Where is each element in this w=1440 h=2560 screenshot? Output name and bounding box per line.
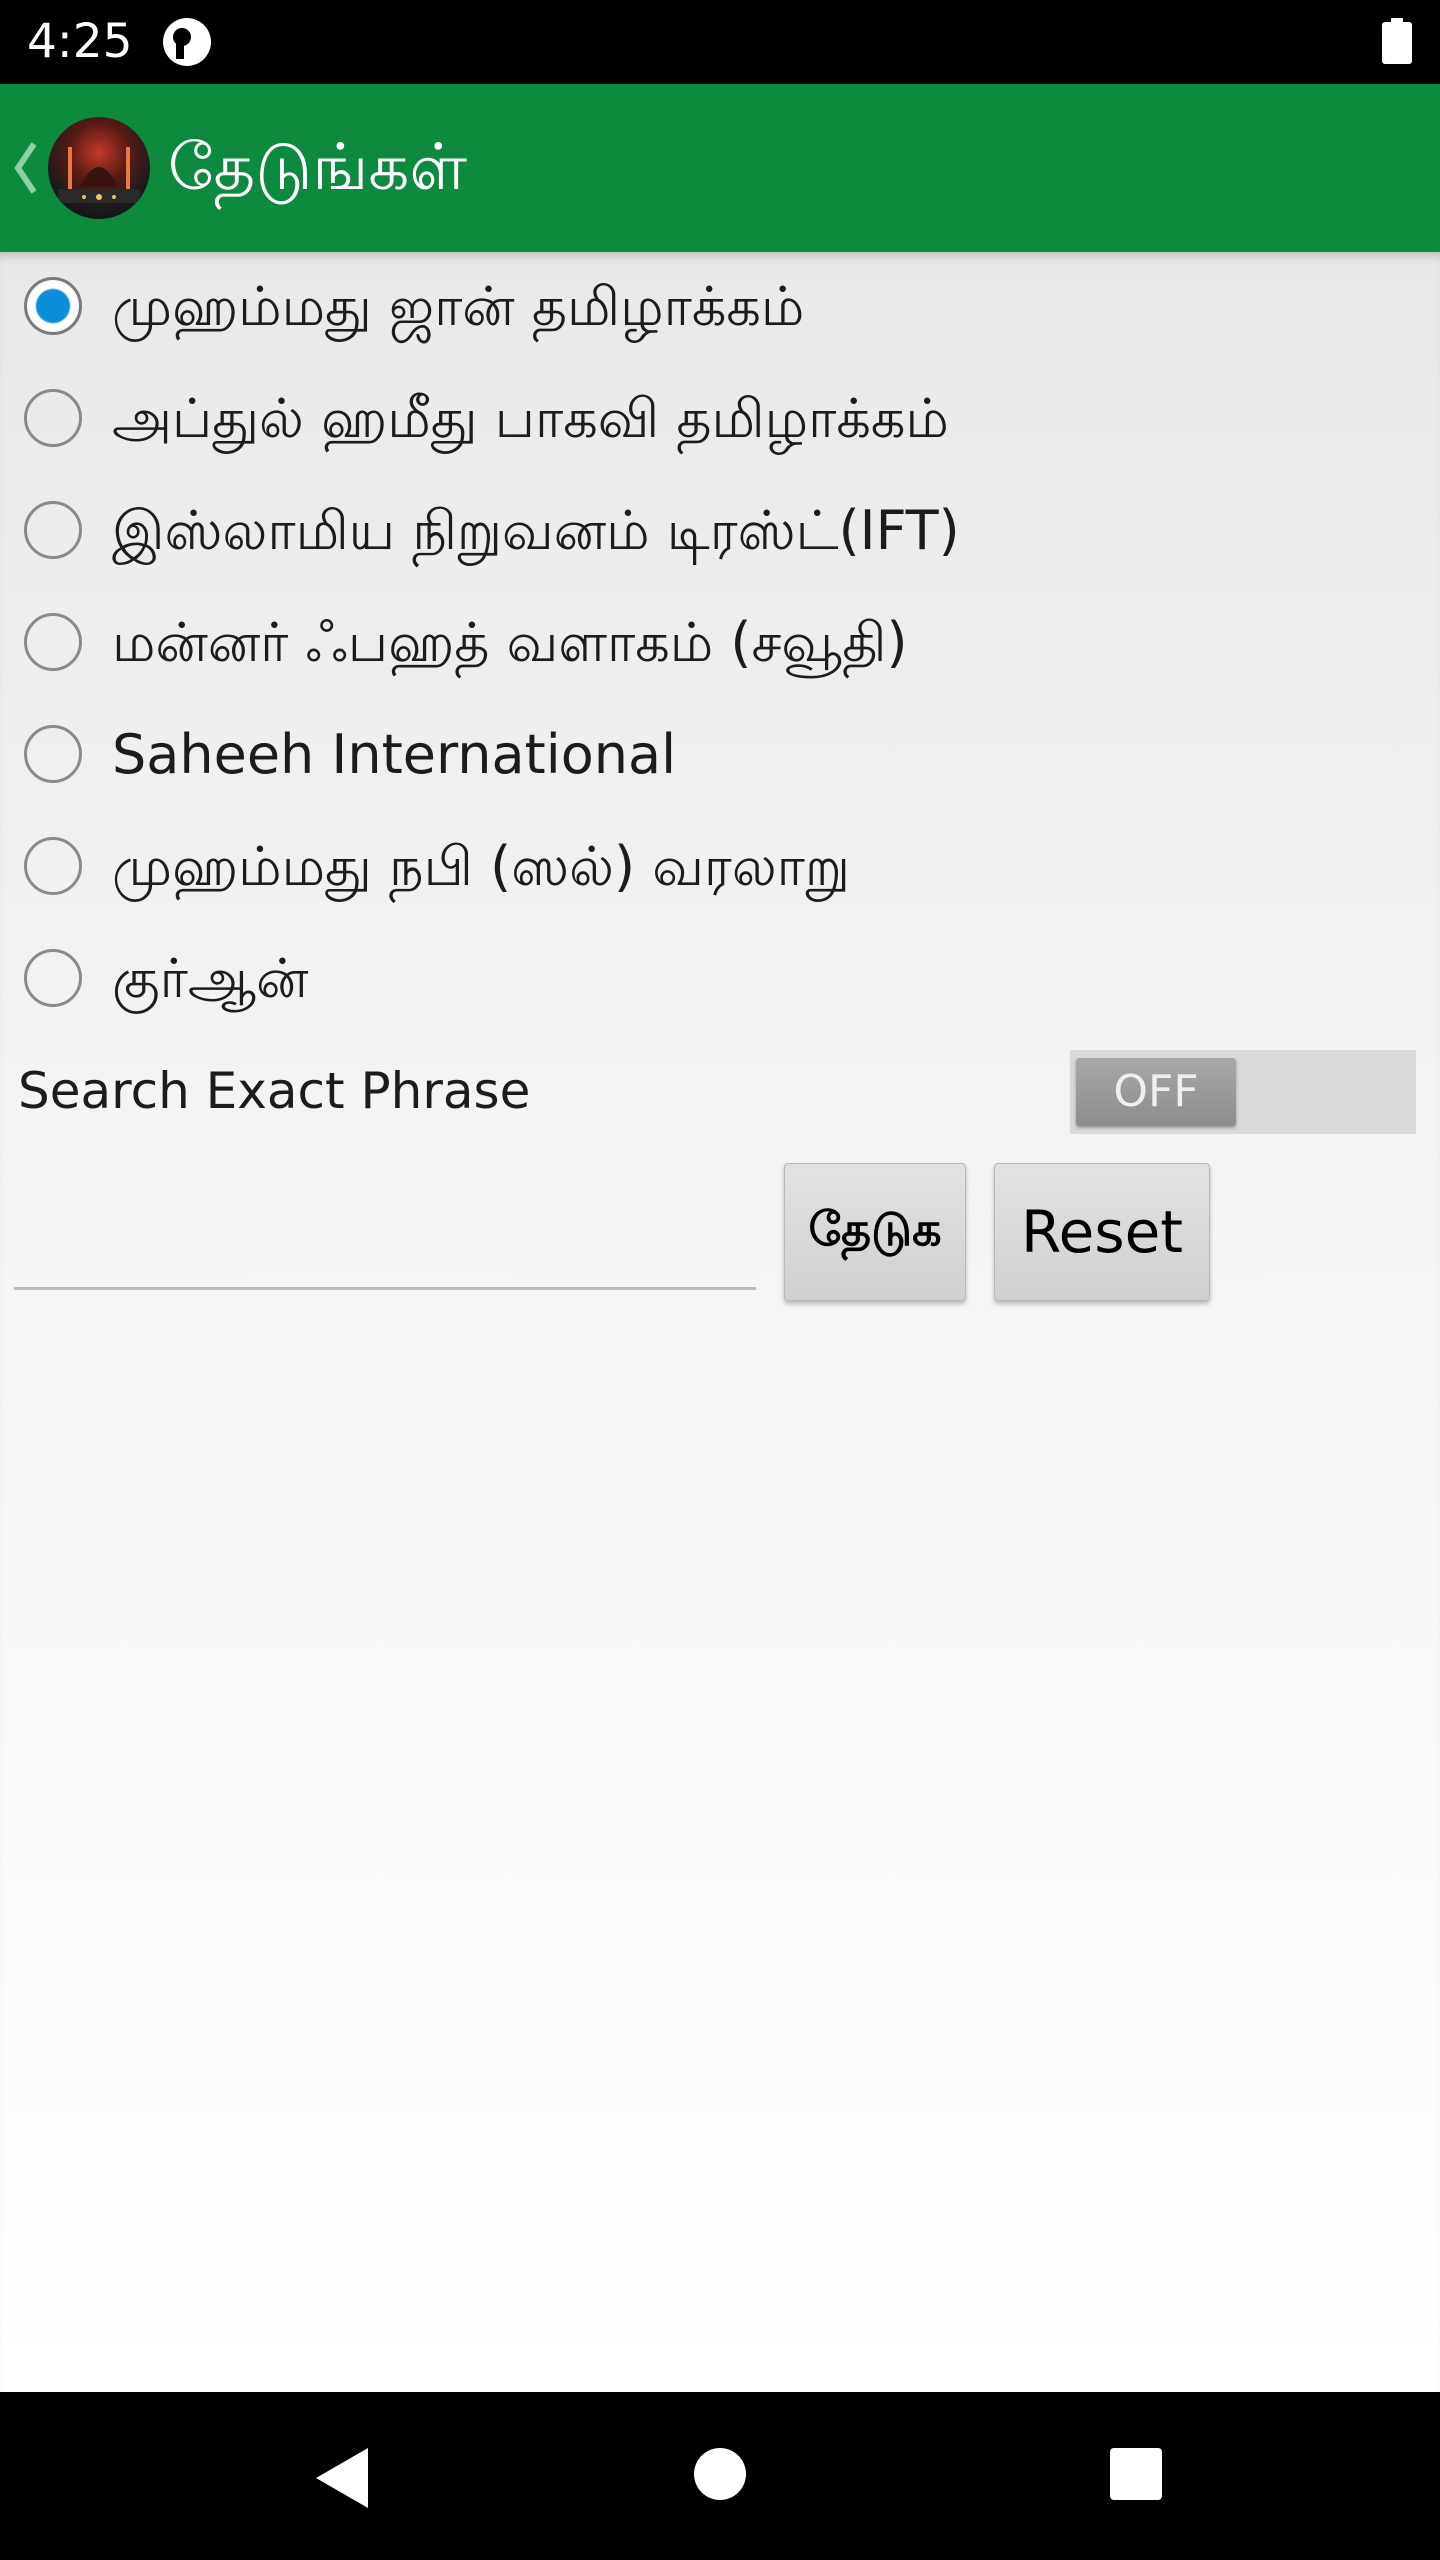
- action-bar: தேடுங்கள்: [0, 84, 1440, 252]
- radio-button[interactable]: [24, 613, 82, 671]
- radio-button[interactable]: [24, 277, 82, 335]
- radio-button[interactable]: [24, 949, 82, 1007]
- option-label: முஹம்மது ஜான் தமிழாக்கம்: [112, 275, 805, 338]
- status-time: 4:25: [27, 14, 133, 69]
- search-button-label: தேடுக: [808, 1201, 942, 1256]
- exact-phrase-toggle[interactable]: OFF: [1070, 1050, 1416, 1134]
- recents-square-icon[interactable]: [1108, 2446, 1164, 2502]
- option-muhammad-jan[interactable]: முஹம்மது ஜான் தமிழாக்கம்: [0, 252, 1440, 364]
- radio-button[interactable]: [24, 725, 82, 783]
- back-triangle-icon[interactable]: [312, 2446, 372, 2510]
- search-button[interactable]: தேடுக: [784, 1163, 966, 1301]
- battery-full-icon: [1382, 18, 1412, 64]
- option-ift[interactable]: இஸ்லாமிய நிறுவனம் டிரஸ்ட்(IFT): [0, 476, 1440, 588]
- chevron-left-icon[interactable]: [12, 138, 38, 198]
- radio-button[interactable]: [24, 837, 82, 895]
- navigation-bar: [0, 2392, 1440, 2560]
- option-label: அப்துல் ஹமீது பாகவி தமிழாக்கம்: [112, 387, 949, 450]
- search-content: முஹம்மது ஜான் தமிழாக்கம் அப்துல் ஹமீது ப…: [0, 252, 1440, 2392]
- status-bar: 4:25: [0, 0, 1440, 84]
- option-king-fahd[interactable]: மன்னர் ஃபஹத் வளாகம் (சவூதி): [0, 588, 1440, 700]
- toggle-state-text: OFF: [1113, 1066, 1199, 1117]
- option-label: இஸ்லாமிய நிறுவனம் டிரஸ்ட்(IFT): [112, 499, 960, 562]
- option-quran[interactable]: குர்ஆன்: [0, 924, 1440, 1036]
- radio-button[interactable]: [24, 501, 82, 559]
- notification-app-icon: [163, 18, 211, 66]
- search-input[interactable]: [14, 1180, 756, 1290]
- reset-button-label: Reset: [1020, 1198, 1184, 1266]
- reset-button[interactable]: Reset: [994, 1163, 1210, 1301]
- mosque-logo[interactable]: [48, 117, 150, 219]
- option-prophet-history[interactable]: முஹம்மது நபி (ஸல்) வரலாறு: [0, 812, 1440, 924]
- home-circle-icon[interactable]: [692, 2446, 748, 2502]
- option-label: மன்னர் ஃபஹத் வளாகம் (சவூதி): [112, 611, 908, 674]
- option-saheeh-international[interactable]: Saheeh International: [0, 700, 1440, 812]
- option-label: குர்ஆன்: [112, 947, 309, 1010]
- radio-button[interactable]: [24, 389, 82, 447]
- option-label: முஹம்மது நபி (ஸல்) வரலாறு: [112, 835, 850, 898]
- page-title: தேடுங்கள்: [168, 131, 467, 205]
- option-label: Saheeh International: [112, 723, 677, 786]
- option-abdul-hameed[interactable]: அப்துல் ஹமீது பாகவி தமிழாக்கம்: [0, 364, 1440, 476]
- mosque-icon: [58, 147, 140, 203]
- toggle-thumb[interactable]: OFF: [1076, 1058, 1236, 1126]
- exact-phrase-label: Search Exact Phrase: [18, 1062, 531, 1120]
